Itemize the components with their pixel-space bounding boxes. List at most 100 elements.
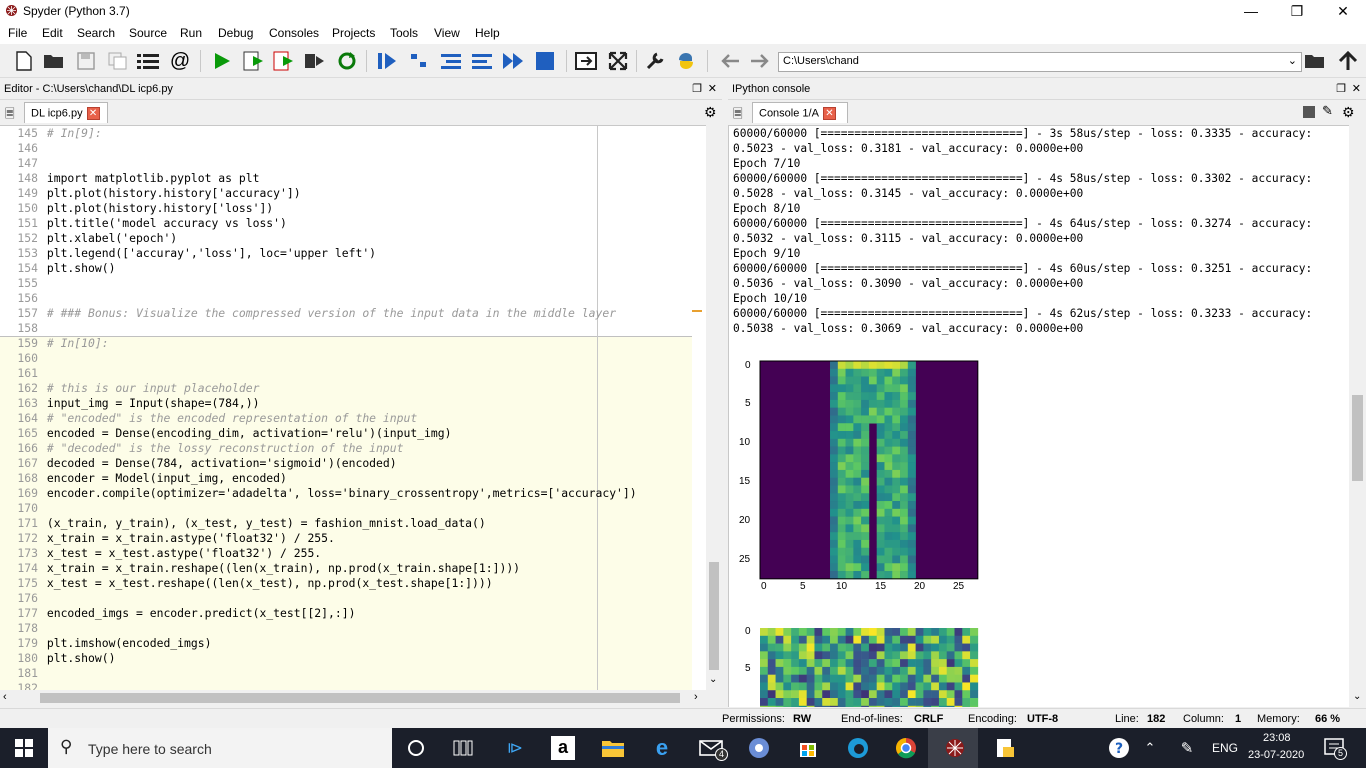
ie-icon[interactable]: e bbox=[649, 735, 675, 760]
menu-search[interactable]: Search bbox=[77, 26, 115, 40]
gear-icon[interactable]: ⚙ bbox=[1342, 104, 1355, 121]
back-arrow-icon[interactable] bbox=[718, 49, 742, 73]
cortana-icon[interactable] bbox=[403, 736, 429, 760]
browse-tabs-icon[interactable]: 🗏 bbox=[5, 105, 15, 126]
file-explorer-icon[interactable] bbox=[600, 736, 626, 760]
code-line[interactable]: 152 plt.xlabel('epoch') bbox=[0, 231, 177, 246]
code-line[interactable]: 181 bbox=[0, 666, 47, 681]
undock-icon[interactable]: ❐ bbox=[692, 82, 702, 95]
close-icon[interactable]: ✕ bbox=[1320, 0, 1366, 22]
new-file-icon[interactable] bbox=[12, 49, 36, 73]
close-tab-icon[interactable]: ✕ bbox=[86, 107, 100, 120]
run-selection-icon[interactable] bbox=[303, 49, 327, 73]
task-view-icon[interactable] bbox=[450, 736, 476, 760]
parent-dir-arrow-icon[interactable] bbox=[1336, 49, 1360, 73]
code-line[interactable]: 166 # "decoded" is the lossy reconstruct… bbox=[0, 441, 403, 456]
at-icon[interactable]: @ bbox=[168, 49, 192, 73]
continue-icon[interactable] bbox=[501, 49, 525, 73]
language-indicator[interactable]: ENG bbox=[1212, 741, 1238, 755]
menu-debug[interactable]: Debug bbox=[218, 26, 253, 40]
close-pane-icon[interactable]: ✕ bbox=[708, 82, 717, 95]
pencil-icon[interactable]: ✎ bbox=[1322, 103, 1333, 119]
clock-date[interactable]: 23-07-2020 bbox=[1248, 749, 1304, 761]
restore-icon[interactable]: ❐ bbox=[1274, 0, 1320, 22]
save-icon[interactable] bbox=[74, 49, 98, 73]
chevron-up-icon[interactable]: ⌃ bbox=[1137, 736, 1163, 760]
browse-tabs-icon[interactable]: 🗏 bbox=[733, 105, 743, 126]
code-line[interactable]: 161 bbox=[0, 366, 47, 381]
code-line[interactable]: 148 import matplotlib.pyplot as plt bbox=[0, 171, 259, 186]
code-line[interactable]: 175 x_test = x_test.reshape((len(x_test)… bbox=[0, 576, 492, 591]
mail-icon[interactable]: 4 bbox=[698, 736, 728, 761]
amazon-icon[interactable]: a bbox=[550, 736, 576, 760]
stop-kernel-icon[interactable] bbox=[1303, 106, 1315, 118]
menu-projects[interactable]: Projects bbox=[332, 26, 375, 40]
code-line[interactable]: 160 bbox=[0, 351, 47, 366]
scroll-thumb[interactable] bbox=[1352, 395, 1363, 481]
spyder-taskbar-icon[interactable] bbox=[942, 736, 968, 760]
ipython-console[interactable]: 60000/60000 [===========================… bbox=[728, 125, 1349, 707]
editor-vertical-scrollbar[interactable]: ⌄ bbox=[692, 125, 722, 690]
preferences-wrench-icon[interactable] bbox=[643, 49, 667, 73]
stop-icon[interactable] bbox=[533, 49, 557, 73]
step-icon[interactable] bbox=[407, 49, 431, 73]
python-path-icon[interactable] bbox=[674, 49, 698, 73]
fullscreen-icon[interactable] bbox=[606, 49, 630, 73]
taskbar-search-box[interactable]: ⚲ Type here to search bbox=[48, 728, 392, 768]
chrome-icon[interactable] bbox=[893, 736, 919, 760]
debug-icon[interactable] bbox=[375, 49, 399, 73]
code-line[interactable]: 182 bbox=[0, 681, 47, 690]
code-line[interactable]: 153 plt.legend(['accuray','loss'], loc='… bbox=[0, 246, 376, 261]
code-line[interactable]: 164 # "encoded" is the encoded represent… bbox=[0, 411, 417, 426]
close-tab-icon[interactable]: ✕ bbox=[822, 107, 836, 120]
code-line[interactable]: 170 bbox=[0, 501, 47, 516]
scroll-thumb[interactable] bbox=[709, 562, 719, 670]
file-taskbar-icon[interactable] bbox=[992, 736, 1018, 760]
hscroll-thumb[interactable] bbox=[40, 693, 680, 703]
tab-dl-icp6[interactable]: DL icp6.py ✕ bbox=[24, 102, 108, 123]
code-line[interactable]: 163 input_img = Input(shape=(784,)) bbox=[0, 396, 259, 411]
working-directory-combo[interactable]: C:\Users\chand ⌄ bbox=[778, 52, 1302, 72]
code-line[interactable]: 178 bbox=[0, 621, 47, 636]
code-line[interactable]: 159 # In[10]: bbox=[0, 336, 108, 351]
code-line[interactable]: 147 bbox=[0, 156, 47, 171]
code-line[interactable]: 155 bbox=[0, 276, 47, 291]
code-line[interactable]: 154 plt.show() bbox=[0, 261, 115, 276]
code-line[interactable]: 156 bbox=[0, 291, 47, 306]
menu-run[interactable]: Run bbox=[180, 26, 202, 40]
code-line[interactable]: 158 bbox=[0, 321, 47, 336]
close-pane-icon[interactable]: ✕ bbox=[1352, 82, 1361, 95]
outline-list-icon[interactable] bbox=[136, 49, 160, 73]
code-line[interactable]: 165 encoded = Dense(encoding_dim, activa… bbox=[0, 426, 451, 441]
open-folder-icon[interactable] bbox=[42, 49, 66, 73]
code-line[interactable]: 173 x_test = x_test.astype('float32') / … bbox=[0, 546, 321, 561]
code-line[interactable]: 146 bbox=[0, 141, 47, 156]
code-line[interactable]: 180 plt.show() bbox=[0, 651, 115, 666]
menu-source[interactable]: Source bbox=[129, 26, 167, 40]
code-line[interactable]: 167 decoded = Dense(784, activation='sig… bbox=[0, 456, 396, 471]
code-line[interactable]: 145 # In[9]: bbox=[0, 126, 101, 141]
forward-arrow-icon[interactable] bbox=[748, 49, 772, 73]
undock-icon[interactable]: ❐ bbox=[1336, 82, 1346, 95]
code-line[interactable]: 176 bbox=[0, 591, 47, 606]
pen-icon[interactable]: ✎ bbox=[1174, 736, 1200, 760]
code-line[interactable]: 172 x_train = x_train.astype('float32') … bbox=[0, 531, 334, 546]
code-line[interactable]: 157 # ### Bonus: Visualize the compresse… bbox=[0, 306, 616, 321]
scroll-right-icon[interactable]: › bbox=[694, 691, 698, 703]
store-icon[interactable] bbox=[795, 736, 821, 760]
menu-consoles[interactable]: Consoles bbox=[269, 26, 319, 40]
menu-view[interactable]: View bbox=[434, 26, 460, 40]
menu-edit[interactable]: Edit bbox=[42, 26, 63, 40]
step-return-icon[interactable] bbox=[470, 49, 494, 73]
browse-folder-icon[interactable] bbox=[1303, 49, 1327, 73]
scroll-down-icon[interactable]: ⌄ bbox=[1353, 691, 1361, 702]
help-icon[interactable]: ? bbox=[1106, 736, 1132, 760]
code-line[interactable]: 162 # this is our input placeholder bbox=[0, 381, 259, 396]
code-line[interactable]: 169 encoder.compile(optimizer='adadelta'… bbox=[0, 486, 636, 501]
edge-icon[interactable] bbox=[845, 736, 871, 760]
scroll-left-icon[interactable]: ‹ bbox=[3, 691, 7, 703]
tab-console-1a[interactable]: Console 1/A ✕ bbox=[752, 102, 848, 123]
code-editor[interactable]: 145 # In[9]: 146 147 148 import matplotli… bbox=[0, 125, 706, 690]
save-all-icon[interactable] bbox=[106, 49, 130, 73]
run-icon[interactable] bbox=[210, 49, 234, 73]
